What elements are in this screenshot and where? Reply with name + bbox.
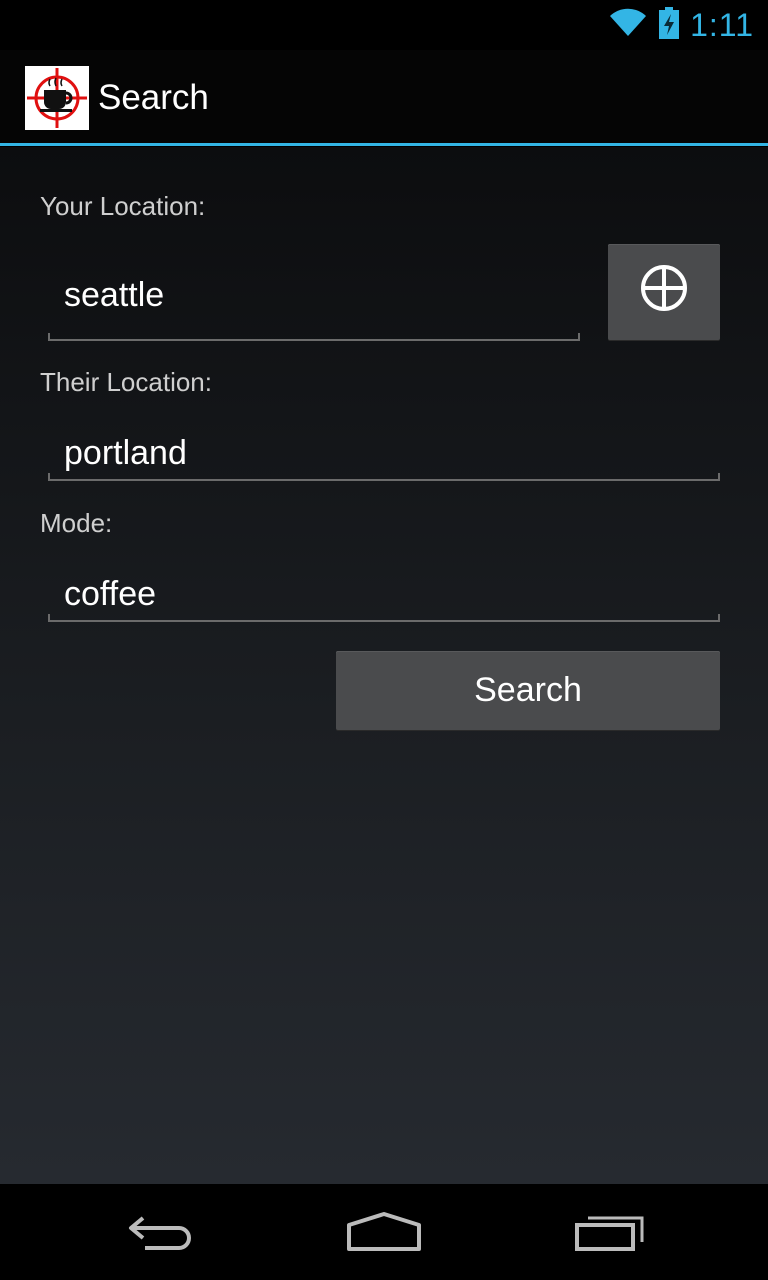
status-icons: 1:11 <box>608 0 754 50</box>
status-time: 1:11 <box>690 6 754 43</box>
their-location-label: Their Location: <box>40 367 212 397</box>
battery-charging-icon <box>658 6 680 44</box>
status-bar: 1:11 <box>0 0 768 50</box>
action-bar-divider <box>0 143 768 146</box>
locate-button[interactable] <box>608 244 720 340</box>
your-location-input[interactable]: seattle <box>48 275 580 341</box>
wifi-icon <box>608 8 648 43</box>
search-button[interactable]: Search <box>336 651 720 730</box>
their-location-input[interactable]: portland <box>48 433 720 481</box>
mode-input[interactable]: coffee <box>48 574 720 622</box>
coffee-target-icon[interactable] <box>25 66 89 130</box>
action-bar: Search <box>0 50 768 146</box>
back-icon[interactable] <box>110 1202 210 1262</box>
recent-apps-icon[interactable] <box>560 1202 660 1262</box>
home-icon[interactable] <box>334 1202 434 1262</box>
mode-label: Mode: <box>40 508 113 538</box>
search-form: Your Location: seattle Their Location: p… <box>0 147 768 1184</box>
page-title: Search <box>98 78 209 117</box>
crosshair-icon <box>638 262 690 323</box>
your-location-label: Your Location: <box>40 191 206 221</box>
navigation-bar <box>0 1184 768 1280</box>
